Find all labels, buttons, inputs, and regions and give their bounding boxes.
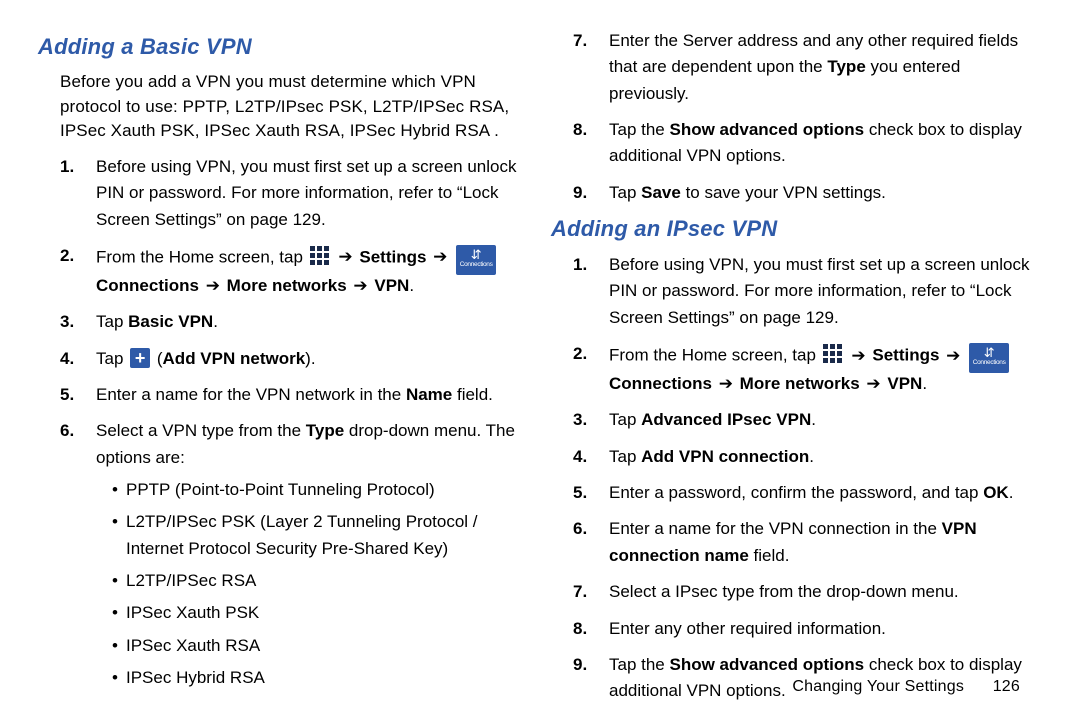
arrow-icon: ➔ (204, 276, 222, 295)
heading-ipsec-vpn: Adding an IPsec VPN (551, 216, 1042, 242)
ipsec-vpn-steps: 1. Before using VPN, you must first set … (551, 252, 1042, 704)
step-text: From the Home screen, tap (609, 346, 821, 365)
arrow-icon: ➔ (351, 276, 369, 295)
left-column: Adding a Basic VPN Before you add a VPN … (38, 28, 529, 715)
list-item: L2TP/IPSec PSK (Layer 2 Tunneling Protoc… (112, 509, 529, 562)
list-item: 7. Enter the Server address and any othe… (597, 28, 1042, 107)
list-item: 2. From the Home screen, tap ➔ Settings … (84, 243, 529, 299)
step-text: Enter a name for the VPN network in the (96, 385, 406, 404)
step-text: Tap (96, 349, 128, 368)
list-item: L2TP/IPSec RSA (112, 568, 529, 594)
label-show-advanced: Show advanced options (670, 120, 865, 139)
list-item: 1. Before using VPN, you must first set … (84, 154, 529, 233)
step-text: Tap (609, 410, 641, 429)
vpn-type-options: PPTP (Point-to-Point Tunneling Protocol)… (96, 477, 529, 691)
arrow-icon: ➔ (849, 346, 867, 365)
list-item: PPTP (Point-to-Point Tunneling Protocol) (112, 477, 529, 503)
label-connections: Connections (96, 276, 199, 295)
label-type-dropdown: Type (306, 421, 344, 440)
label-settings: Settings (872, 346, 939, 365)
step-text: Tap (96, 312, 128, 331)
list-item: 4. Tap Add VPN connection. (597, 444, 1042, 470)
list-item: 1. Before using VPN, you must first set … (597, 252, 1042, 331)
label-vpn: VPN (374, 276, 409, 295)
basic-vpn-steps: 1. Before using VPN, you must first set … (38, 154, 529, 692)
page-footer: Changing Your Settings 126 (792, 678, 1020, 696)
label-more-networks: More networks (227, 276, 347, 295)
basic-vpn-steps-cont: 7. Enter the Server address and any othe… (551, 28, 1042, 206)
step-text: Tap (609, 447, 641, 466)
label-ok: OK (983, 483, 1009, 502)
label-advanced-ipsec-vpn: Advanced IPsec VPN (641, 410, 811, 429)
heading-basic-vpn: Adding a Basic VPN (38, 34, 529, 60)
list-item: 8. Tap the Show advanced options check b… (597, 117, 1042, 170)
list-item: 4. Tap + (Add VPN network). (84, 346, 529, 372)
step-text: Select a VPN type from the (96, 421, 306, 440)
arrow-icon: ➔ (944, 346, 962, 365)
right-column: 7. Enter the Server address and any othe… (551, 28, 1042, 715)
arrow-icon: ➔ (864, 374, 882, 393)
list-item: 3. Tap Basic VPN. (84, 309, 529, 335)
step-text: to save your VPN settings. (681, 183, 886, 202)
step-text: Tap (609, 183, 641, 202)
step-text: From the Home screen, tap (96, 247, 308, 266)
list-item: 3. Tap Advanced IPsec VPN. (597, 407, 1042, 433)
list-item: 5. Enter a password, confirm the passwor… (597, 480, 1042, 506)
list-item: 7. Select a IPsec type from the drop-dow… (597, 579, 1042, 605)
step-text: on page 129. (222, 210, 326, 229)
step-text: Tap the (609, 655, 670, 674)
label-settings: Settings (359, 247, 426, 266)
label-connections: Connections (609, 374, 712, 393)
connections-icon: ⇵Connections (456, 245, 496, 275)
label-add-vpn-connection: Add VPN connection (641, 447, 809, 466)
apps-grid-icon (310, 246, 330, 266)
list-item: 6. Enter a name for the VPN connection i… (597, 516, 1042, 569)
label-save: Save (641, 183, 681, 202)
step-text: on page 129. (735, 308, 839, 327)
step-text: Enter a password, confirm the password, … (609, 483, 983, 502)
label-name-field: Name (406, 385, 452, 404)
step-text: Tap the (609, 120, 670, 139)
apps-grid-icon (823, 344, 843, 364)
step-text: field. (749, 546, 790, 565)
step-text: Enter a name for the VPN connection in t… (609, 519, 942, 538)
list-item: 2. From the Home screen, tap ➔ Settings … (597, 341, 1042, 397)
chapter-title: Changing Your Settings (792, 678, 964, 695)
list-item: 6. Select a VPN type from the Type drop-… (84, 418, 529, 691)
arrow-icon: ➔ (717, 374, 735, 393)
label-add-vpn-network: Add VPN network (163, 349, 306, 368)
connections-icon: ⇵Connections (969, 343, 1009, 373)
label-show-advanced: Show advanced options (670, 655, 865, 674)
list-item: IPSec Xauth RSA (112, 633, 529, 659)
step-text: Select a IPsec type from the drop-down m… (609, 582, 959, 601)
plus-icon: + (130, 348, 150, 368)
list-item: IPSec Xauth PSK (112, 600, 529, 626)
list-item: 9. Tap Save to save your VPN settings. (597, 180, 1042, 206)
page-number: 126 (993, 678, 1020, 695)
label-type: Type (827, 57, 865, 76)
label-basic-vpn: Basic VPN (128, 312, 213, 331)
step-text: field. (452, 385, 493, 404)
step-text: Enter any other required information. (609, 619, 886, 638)
arrow-icon: ➔ (431, 247, 449, 266)
label-vpn: VPN (887, 374, 922, 393)
label-more-networks: More networks (740, 374, 860, 393)
step-text: Before using VPN, you must first set up … (609, 255, 1029, 300)
list-item: 5. Enter a name for the VPN network in t… (84, 382, 529, 408)
arrow-icon: ➔ (336, 247, 354, 266)
list-item: 8. Enter any other required information. (597, 616, 1042, 642)
intro-paragraph: Before you add a VPN you must determine … (60, 70, 529, 144)
list-item: IPSec Hybrid RSA (112, 665, 529, 691)
step-text: Before using VPN, you must first set up … (96, 157, 516, 202)
